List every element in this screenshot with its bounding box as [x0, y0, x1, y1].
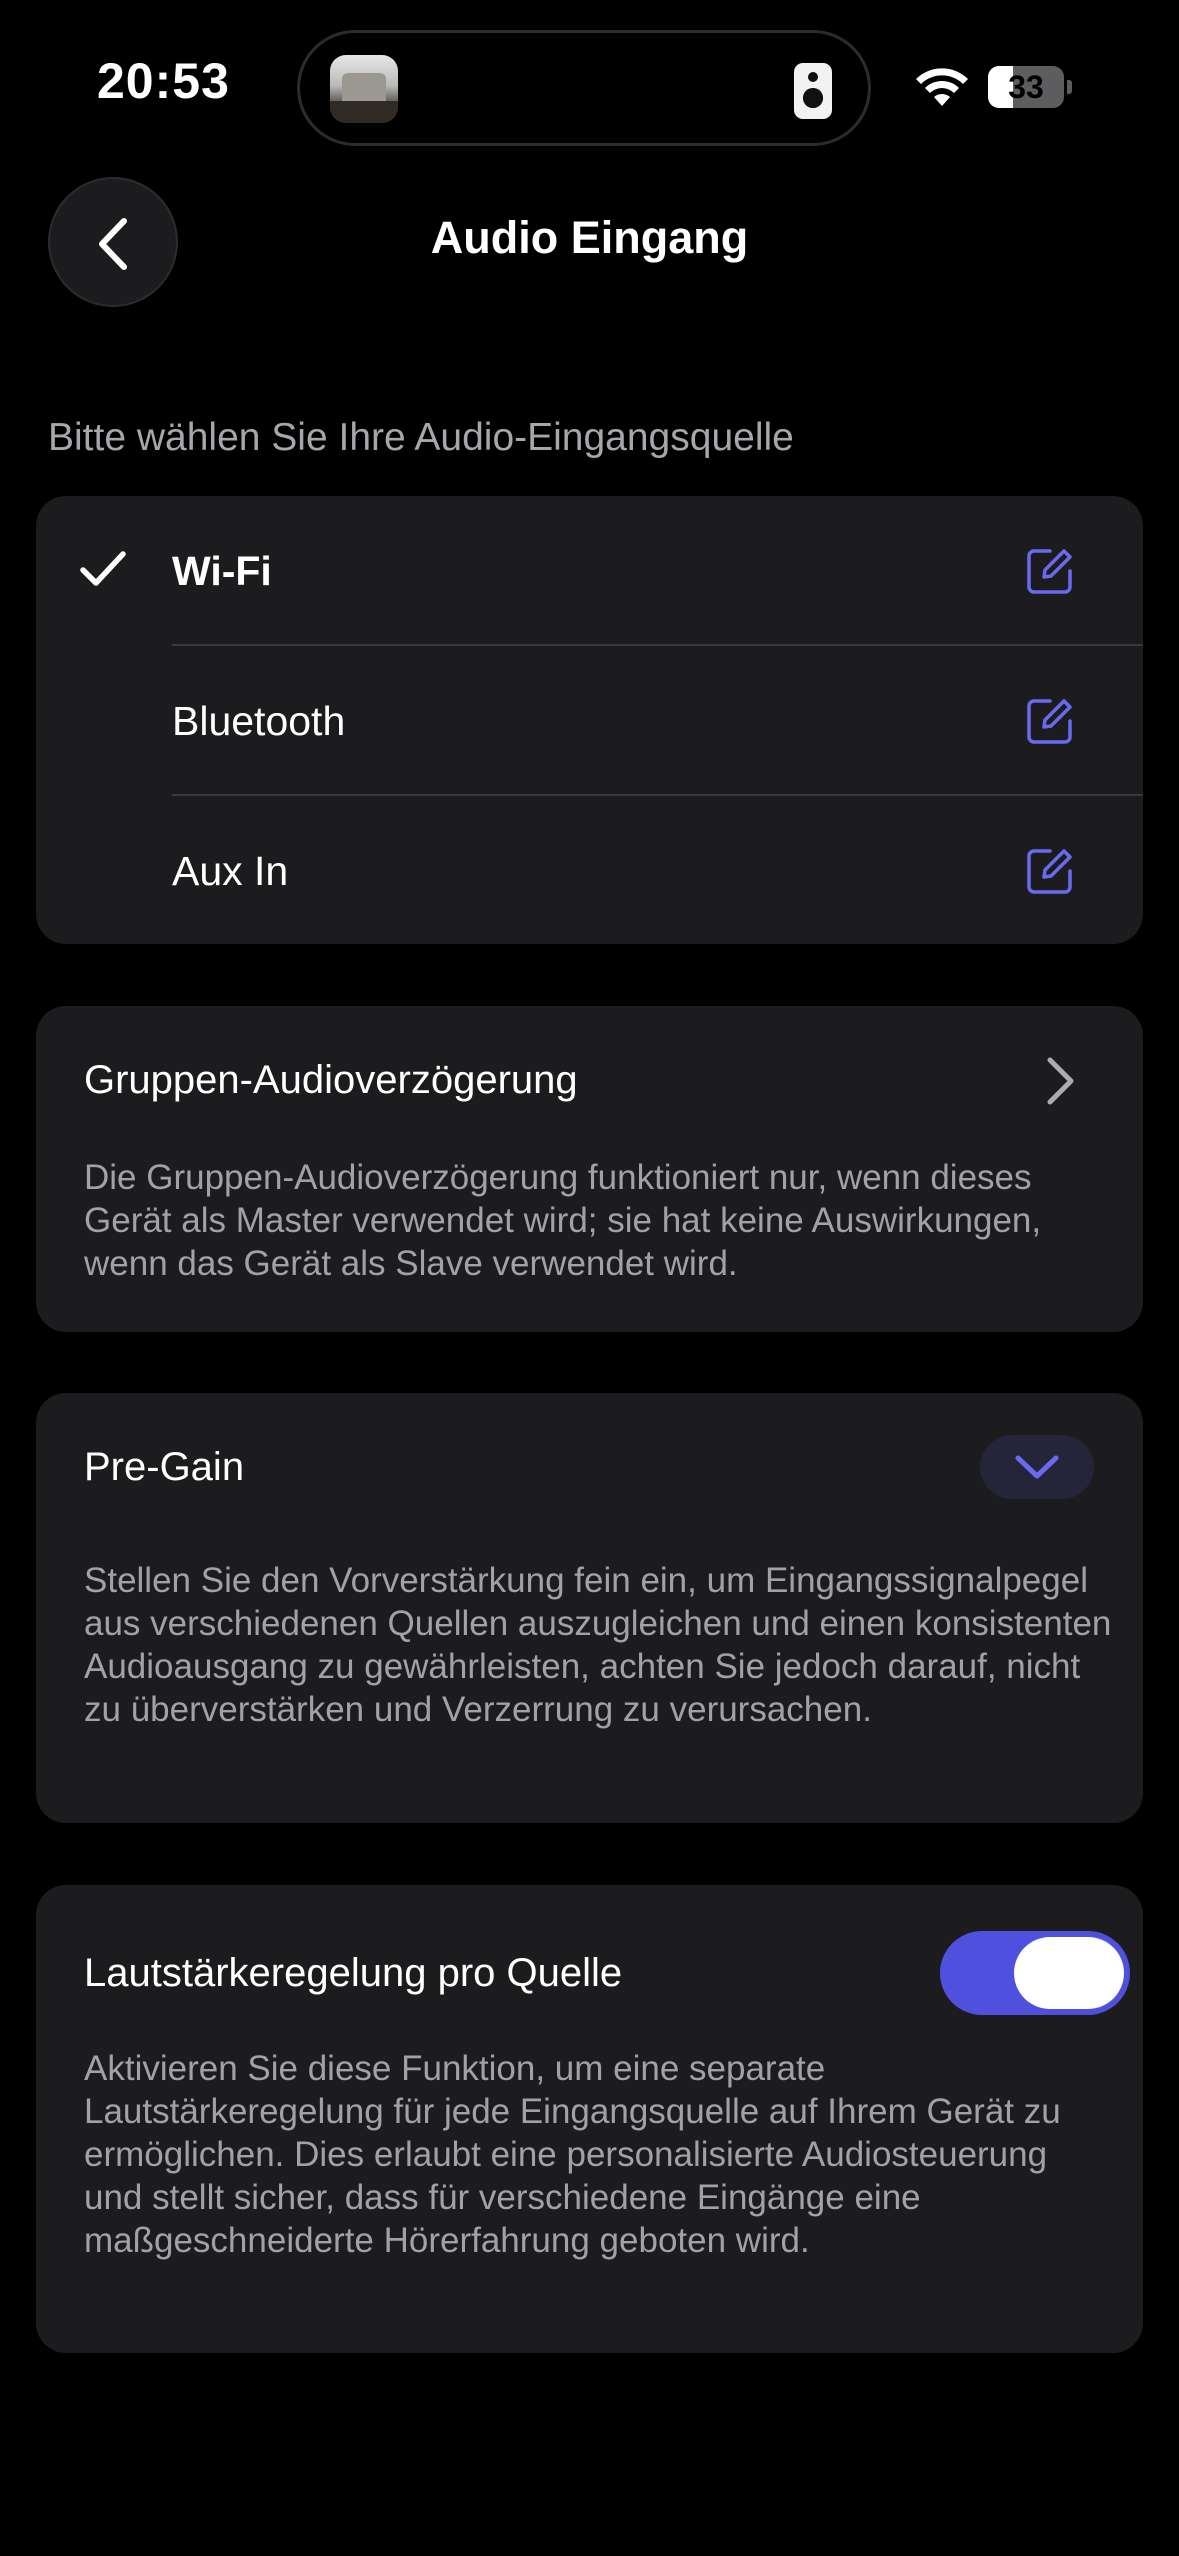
pre-gain-card: Pre-Gain Stellen Sie den Vorverstärkung … [36, 1393, 1143, 1823]
chevron-down-icon [1015, 1455, 1059, 1479]
volume-per-source-description: Aktivieren Sie diese Funktion, um eine s… [84, 2049, 1061, 2260]
source-row-aux-in[interactable]: Aux In [36, 796, 1143, 946]
battery-level: 33 [1008, 69, 1044, 105]
edit-icon[interactable] [1024, 695, 1076, 747]
speaker-icon [794, 63, 832, 119]
toggle-knob [1014, 1937, 1124, 2009]
chevron-right-icon [1047, 1057, 1074, 1105]
source-label: Aux In [172, 848, 289, 894]
source-row-bluetooth[interactable]: Bluetooth [36, 646, 1143, 796]
battery-icon: 33 [988, 66, 1072, 108]
page-title: Audio Eingang [430, 212, 749, 263]
edit-icon[interactable] [1024, 845, 1076, 897]
status-time: 20:53 [97, 53, 230, 109]
group-delay-card[interactable]: Gruppen-Audioverzögerung Die Gruppen-Aud… [36, 1006, 1143, 1332]
pre-gain-title: Pre-Gain [84, 1445, 245, 1489]
source-section-label: Bitte wählen Sie Ihre Audio-Eingangsquel… [48, 416, 794, 459]
pre-gain-expand-button[interactable] [980, 1435, 1094, 1499]
pre-gain-description: Stellen Sie den Vorverstärkung fein ein,… [84, 1561, 1112, 1729]
volume-per-source-title: Lautstärkeregelung pro Quelle [84, 1951, 623, 1995]
volume-per-source-card: Lautstärkeregelung pro Quelle Aktivieren… [36, 1885, 1143, 2353]
source-label: Wi-Fi [172, 548, 272, 594]
album-thumbnail [330, 55, 398, 123]
volume-per-source-toggle[interactable] [940, 1931, 1130, 2015]
group-delay-description: Die Gruppen-Audioverzögerung funktionier… [84, 1158, 1042, 1283]
checkmark-icon [80, 551, 126, 586]
source-row-wifi[interactable]: Wi-Fi [36, 496, 1143, 646]
wifi-icon [916, 68, 968, 106]
dynamic-island[interactable] [297, 30, 871, 146]
edit-icon[interactable] [1024, 545, 1076, 597]
source-label: Bluetooth [172, 698, 346, 744]
group-delay-title: Gruppen-Audioverzögerung [84, 1058, 578, 1102]
source-list: Wi-Fi Bluetooth Aux In [36, 496, 1143, 944]
